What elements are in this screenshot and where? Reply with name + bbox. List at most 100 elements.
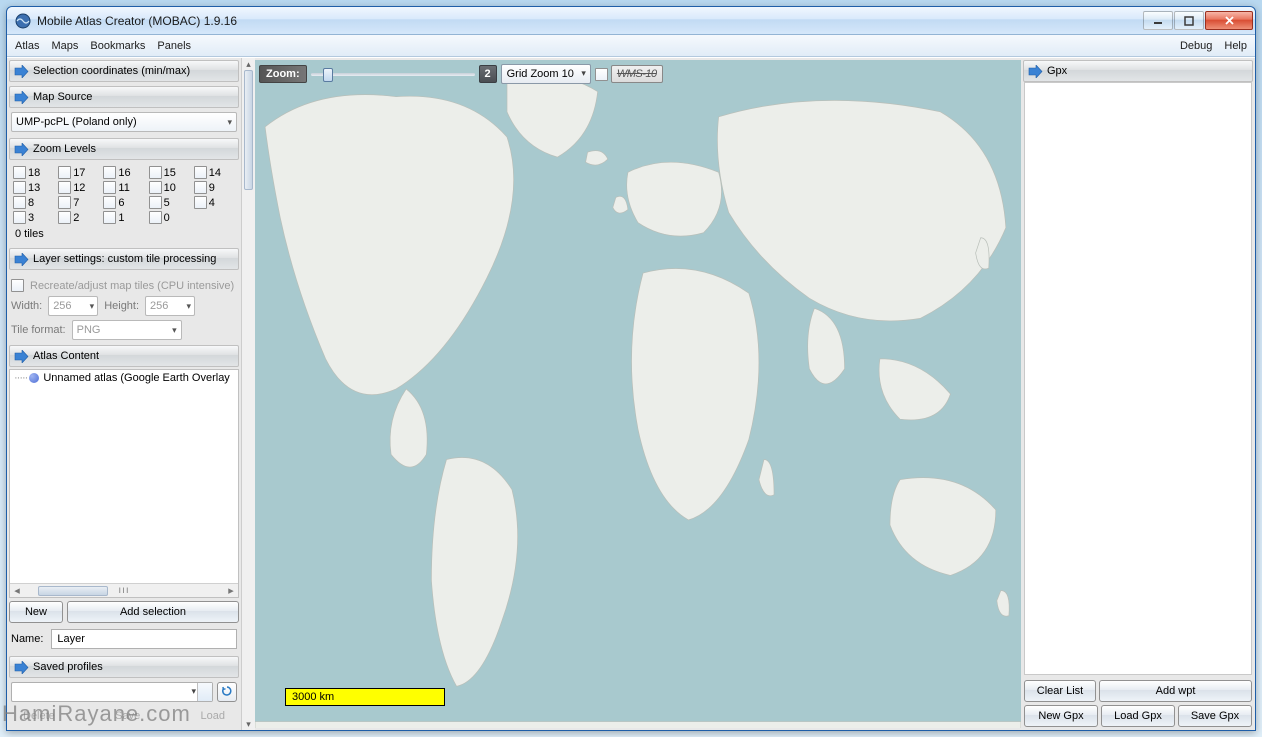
- add-wpt-button[interactable]: Add wpt: [1099, 680, 1252, 702]
- left-sidebar: Selection coordinates (min/max) Map Sour…: [7, 58, 255, 730]
- section-label: Layer settings: custom tile processing: [33, 253, 216, 265]
- section-label: Map Source: [33, 91, 92, 103]
- section-map-source[interactable]: Map Source: [9, 86, 239, 108]
- scale-bar: 3000 km: [285, 688, 445, 706]
- arrow-right-icon: [1028, 65, 1043, 78]
- zoom-checkbox[interactable]: [149, 196, 162, 209]
- menubar: Atlas Maps Bookmarks Panels Debug Help: [7, 35, 1255, 57]
- recreate-checkbox[interactable]: [11, 279, 24, 292]
- width-label: Width:: [11, 300, 42, 312]
- menu-panels[interactable]: Panels: [157, 40, 191, 52]
- zoom-checkbox[interactable]: [103, 211, 116, 224]
- zoom-checkbox[interactable]: [149, 211, 162, 224]
- map-viewport[interactable]: Zoom: 2 Grid Zoom 10 WMS-10 3000 km: [255, 60, 1021, 728]
- tile-format-label: Tile format:: [11, 324, 66, 336]
- save-profile-button[interactable]: Save: [107, 708, 148, 724]
- titlebar[interactable]: Mobile Atlas Creator (MOBAC) 1.9.16: [7, 7, 1255, 35]
- width-input[interactable]: 256: [48, 296, 98, 316]
- window-title: Mobile Atlas Creator (MOBAC) 1.9.16: [37, 14, 237, 28]
- zoom-checkbox[interactable]: [103, 196, 116, 209]
- delete-profile-button[interactable]: Delete: [15, 708, 63, 724]
- refresh-icon: [221, 685, 233, 700]
- name-input[interactable]: Layer: [51, 629, 237, 649]
- arrow-right-icon: [14, 661, 29, 674]
- section-zoom-levels[interactable]: Zoom Levels: [9, 138, 239, 160]
- zoom-checkbox[interactable]: [149, 166, 162, 179]
- load-profile-button[interactable]: Load: [193, 708, 233, 724]
- zoom-label: Zoom:: [259, 65, 307, 83]
- menu-bookmarks[interactable]: Bookmarks: [90, 40, 145, 52]
- section-label: Saved profiles: [33, 661, 103, 673]
- close-button[interactable]: [1205, 11, 1253, 30]
- zoom-checkbox[interactable]: [194, 181, 207, 194]
- content-area: Selection coordinates (min/max) Map Sour…: [7, 57, 1255, 730]
- app-window: Mobile Atlas Creator (MOBAC) 1.9.16 Atla…: [6, 6, 1256, 731]
- height-input[interactable]: 256: [145, 296, 195, 316]
- grid-zoom-select[interactable]: Grid Zoom 10: [501, 64, 591, 84]
- zoom-checkbox[interactable]: [194, 166, 207, 179]
- arrow-right-icon: [14, 253, 29, 266]
- section-gpx[interactable]: Gpx: [1023, 60, 1253, 82]
- zoom-checkbox[interactable]: [58, 211, 71, 224]
- wms-checkbox[interactable]: [595, 68, 608, 81]
- refresh-button[interactable]: [217, 682, 237, 702]
- section-selection-coords[interactable]: Selection coordinates (min/max): [9, 60, 239, 82]
- map-toolbar: Zoom: 2 Grid Zoom 10 WMS-10: [259, 64, 663, 84]
- tree-scrollbar[interactable]: ◂ ııı ▸: [10, 583, 238, 597]
- load-gpx-button[interactable]: Load Gpx: [1101, 705, 1175, 727]
- recreate-label: Recreate/adjust map tiles (CPU intensive…: [30, 280, 234, 292]
- section-label: Atlas Content: [33, 350, 99, 362]
- menu-help[interactable]: Help: [1224, 40, 1247, 52]
- zoom-levels-grid: 18 17 16 15 14 13 12 11 10 9 8 7 6 5: [11, 164, 237, 226]
- zoom-checkbox[interactable]: [58, 196, 71, 209]
- section-label: Gpx: [1047, 65, 1067, 77]
- menu-maps[interactable]: Maps: [51, 40, 78, 52]
- tile-format-select[interactable]: PNG: [72, 320, 182, 340]
- map-source-select[interactable]: UMP-pcPL (Poland only): [11, 112, 237, 132]
- window-controls: [1143, 11, 1253, 30]
- tree-root-node[interactable]: ····· Unnamed atlas (Google Earth Overla…: [10, 370, 238, 386]
- zoom-value: 2: [479, 65, 497, 83]
- zoom-checkbox[interactable]: [149, 181, 162, 194]
- save-gpx-button[interactable]: Save Gpx: [1178, 705, 1252, 727]
- sidebar-scrollbar[interactable]: ▴ ▾: [241, 58, 255, 730]
- tiles-count-label: 0 tiles: [11, 226, 237, 242]
- height-label: Height:: [104, 300, 139, 312]
- right-panel: Gpx Clear List Add wpt New Gpx Load Gpx …: [1021, 58, 1255, 730]
- clear-list-button[interactable]: Clear List: [1024, 680, 1096, 702]
- maximize-button[interactable]: [1174, 11, 1204, 30]
- arrow-right-icon: [14, 143, 29, 156]
- profile-select[interactable]: [11, 682, 213, 702]
- minimize-button[interactable]: [1143, 11, 1173, 30]
- section-layer-settings[interactable]: Layer settings: custom tile processing: [9, 248, 239, 270]
- new-button[interactable]: New: [9, 601, 63, 623]
- app-icon: [15, 13, 31, 29]
- new-gpx-button[interactable]: New Gpx: [1024, 705, 1098, 727]
- zoom-checkbox[interactable]: [194, 196, 207, 209]
- gpx-list[interactable]: [1024, 82, 1252, 675]
- zoom-checkbox[interactable]: [13, 211, 26, 224]
- arrow-right-icon: [14, 65, 29, 78]
- arrow-right-icon: [14, 350, 29, 363]
- world-map: [255, 60, 1021, 728]
- menu-atlas[interactable]: Atlas: [15, 40, 39, 52]
- zoom-checkbox[interactable]: [13, 166, 26, 179]
- zoom-checkbox[interactable]: [13, 196, 26, 209]
- atlas-tree[interactable]: ····· Unnamed atlas (Google Earth Overla…: [9, 369, 239, 598]
- section-label: Zoom Levels: [33, 143, 96, 155]
- add-selection-button[interactable]: Add selection: [67, 601, 239, 623]
- globe-icon: [29, 373, 39, 383]
- zoom-checkbox[interactable]: [103, 181, 116, 194]
- section-saved-profiles[interactable]: Saved profiles: [9, 656, 239, 678]
- zoom-checkbox[interactable]: [13, 181, 26, 194]
- zoom-checkbox[interactable]: [58, 166, 71, 179]
- zoom-slider[interactable]: [311, 65, 475, 83]
- name-label: Name:: [11, 633, 43, 645]
- wms-field[interactable]: WMS-10: [611, 65, 663, 83]
- section-label: Selection coordinates (min/max): [33, 65, 190, 77]
- zoom-checkbox[interactable]: [103, 166, 116, 179]
- arrow-right-icon: [14, 91, 29, 104]
- menu-debug[interactable]: Debug: [1180, 40, 1212, 52]
- section-atlas-content[interactable]: Atlas Content: [9, 345, 239, 367]
- zoom-checkbox[interactable]: [58, 181, 71, 194]
